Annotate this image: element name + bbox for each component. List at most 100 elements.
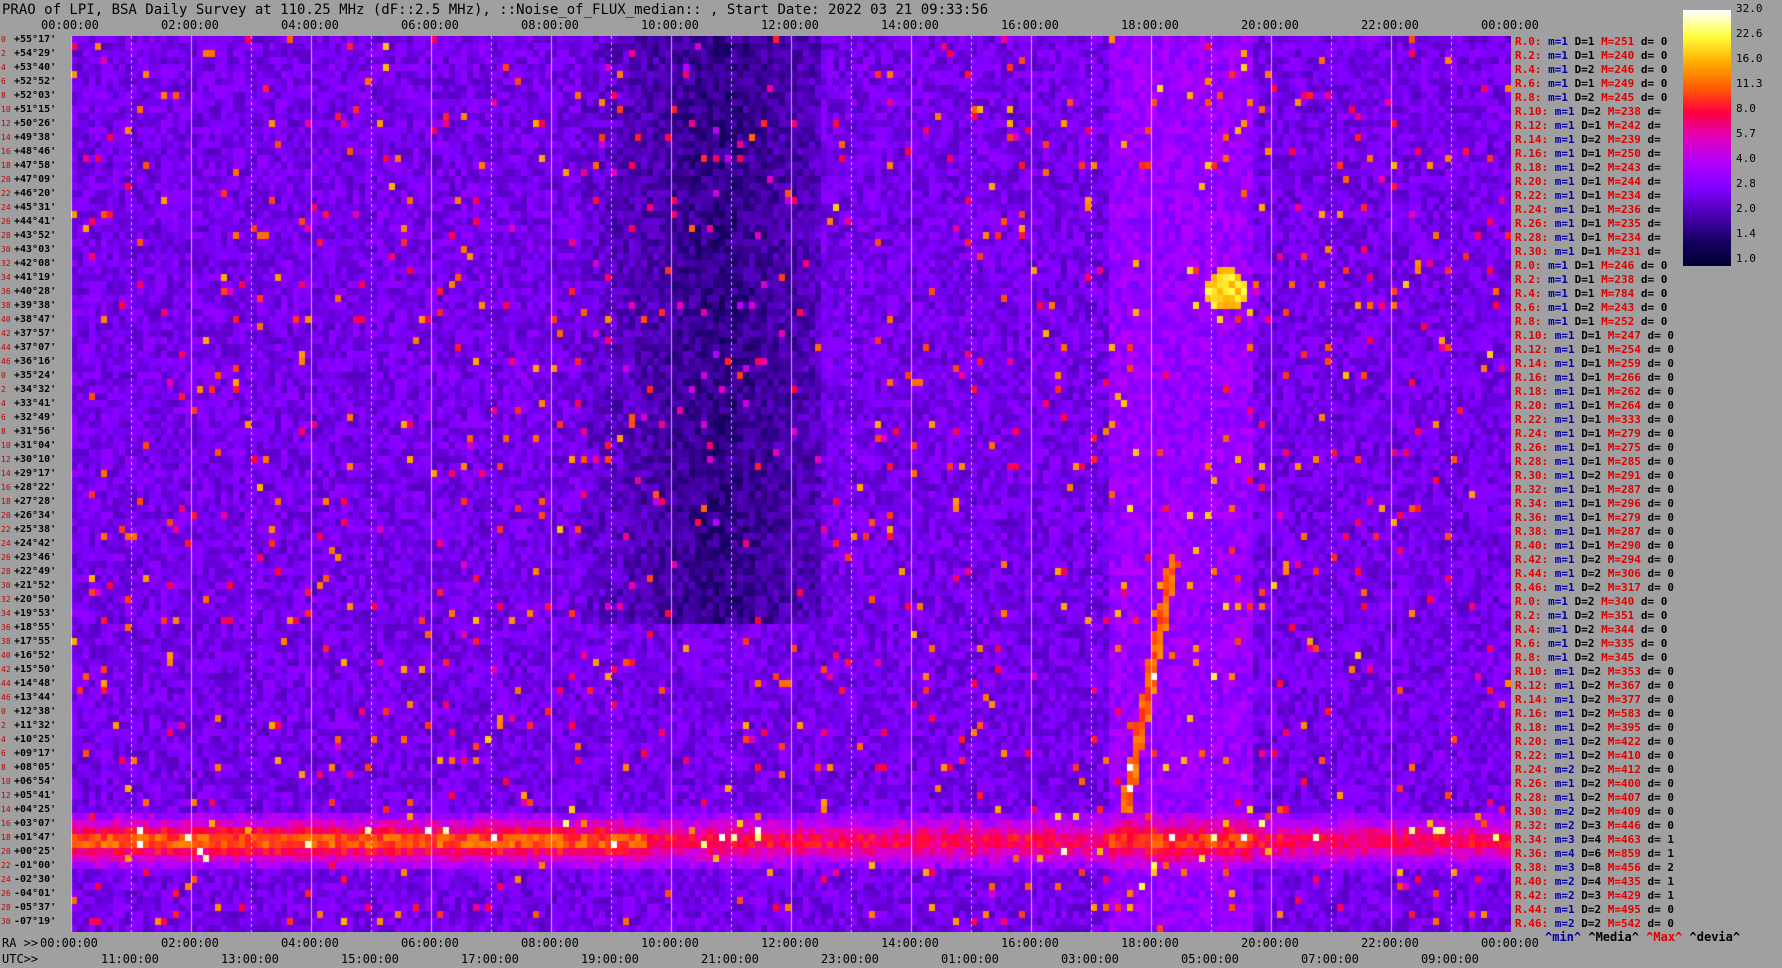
stats-row: R.46: m=2 D=2 M=542 d= 0 [1515,917,1674,930]
stats-x: M=294 [1607,553,1641,566]
ra-axis-label: 22:00:00 [1361,936,1419,950]
stats-dv: d= 0 [1640,49,1668,62]
colorbar-tick: 4.0 [1736,152,1756,165]
heatmap-plot [71,36,1511,932]
stats-d: D=2 [1581,553,1602,566]
utc-axis-label: 13:00:00 [221,952,279,966]
stats-d: D=1 [1581,441,1602,454]
dec-label: +25°38' [14,524,57,535]
dec-index: 8 [1,91,6,100]
dec-index: 22 [1,861,11,870]
dec-label: +15°50' [14,664,57,675]
stats-x: M=262 [1607,385,1641,398]
stats-row: R.16: m=1 D=1 M=250 d= [1515,147,1661,160]
top-axis-label: 18:00:00 [1121,18,1179,32]
dec-label: +52°03' [14,90,57,101]
stats-d: D=2 [1581,161,1602,174]
stats-r: R.12: [1515,119,1549,132]
stats-d: D=2 [1574,651,1595,664]
stats-r: R.10: [1515,329,1549,342]
stats-d: D=2 [1574,91,1595,104]
stats-m: m=1 [1548,77,1568,90]
dec-label: +08°05' [14,762,57,773]
stats-r: R.28: [1515,455,1549,468]
stats-m: m=1 [1554,903,1575,916]
stats-d: D=1 [1581,399,1602,412]
stats-m: m=1 [1548,259,1568,272]
dec-index: 30 [1,581,11,590]
stats-m: m=1 [1554,343,1575,356]
stats-m: m=1 [1554,231,1575,244]
stats-panel: R.0: m=1 D=1 M=251 d= 0 R.2: m=1 D=1 M=24… [1515,35,1675,932]
dec-index: 24 [1,539,11,548]
stats-dv: d= 0 [1647,581,1675,594]
stats-dv: d= 0 [1647,777,1675,790]
stats-d: D=1 [1581,525,1602,538]
utc-axis-label: 19:00:00 [581,952,639,966]
stats-m: m=1 [1554,679,1575,692]
stats-dv: d= [1647,203,1661,216]
stats-row: R.22: m=1 D=1 M=234 d= [1515,189,1661,202]
dec-label: +01°47' [14,832,57,843]
stats-r: R.28: [1515,791,1549,804]
utc-axis-label: 01:00:00 [941,952,999,966]
stats-dv: d= 0 [1647,553,1675,566]
stats-r: R.10: [1515,105,1549,118]
stats-d: D=1 [1581,539,1602,552]
utc-axis-label: 03:00:00 [1061,952,1119,966]
dec-label: +00°25' [14,846,57,857]
footer-max: ^Max^ [1646,930,1683,944]
stats-r: R.4: [1515,623,1542,636]
dec-label: +28°22' [14,482,57,493]
dec-index: 16 [1,147,11,156]
stats-d: D=1 [1581,385,1602,398]
stats-dv: d= 0 [1640,259,1668,272]
dec-label: +20°50' [14,594,57,605]
stats-x: M=259 [1607,357,1641,370]
dec-label: +13°44' [14,692,57,703]
stats-d: D=1 [1581,371,1602,384]
stats-dv: d= 0 [1647,903,1675,916]
stats-dv: d= 0 [1647,497,1675,510]
utc-axis-label: 23:00:00 [821,952,879,966]
stats-r: R.0: [1515,595,1542,608]
top-axis-label: 06:00:00 [401,18,459,32]
dec-index: 36 [1,623,11,632]
stats-row: R.40: m=1 D=1 M=290 d= 0 [1515,539,1674,552]
stats-d: D=1 [1574,49,1595,62]
stats-r: R.34: [1515,833,1549,846]
stats-x: M=264 [1607,399,1641,412]
utc-axis-label: 09:00:00 [1421,952,1479,966]
stats-x: M=422 [1607,735,1641,748]
stats-row: R.2: m=1 D=2 M=351 d= 0 [1515,609,1667,622]
stats-m: m=2 [1554,763,1575,776]
stats-row: R.10: m=1 D=2 M=353 d= 0 [1515,665,1674,678]
stats-m: m=1 [1554,329,1575,342]
stats-m: m=1 [1554,385,1575,398]
stats-m: m=1 [1554,413,1575,426]
stats-dv: d= 0 [1647,693,1675,706]
stats-dv: d= 0 [1647,357,1675,370]
stats-x: M=317 [1607,581,1641,594]
dec-index: 18 [1,497,11,506]
stats-m: m=1 [1548,287,1568,300]
stats-d: D=1 [1581,203,1602,216]
stats-row: R.14: m=1 D=1 M=259 d= 0 [1515,357,1674,370]
stats-r: R.14: [1515,357,1549,370]
dec-index: 26 [1,217,11,226]
dec-index: 12 [1,455,11,464]
dec-label: +43°03' [14,244,57,255]
dec-index: 2 [1,385,6,394]
stats-d: D=2 [1581,693,1602,706]
stats-dv: d= 0 [1640,301,1668,314]
top-axis-label: 04:00:00 [281,18,339,32]
utc-axis-label: 15:00:00 [341,952,399,966]
dec-label: +34°32' [14,384,57,395]
stats-x: M=400 [1607,777,1641,790]
stats-dv: d= 0 [1647,469,1675,482]
stats-x: M=407 [1607,791,1641,804]
stats-x: M=245 [1601,91,1635,104]
stats-x: M=446 [1607,819,1641,832]
ra-axis-label: 00:00:00 [40,936,98,950]
stats-r: R.8: [1515,651,1542,664]
